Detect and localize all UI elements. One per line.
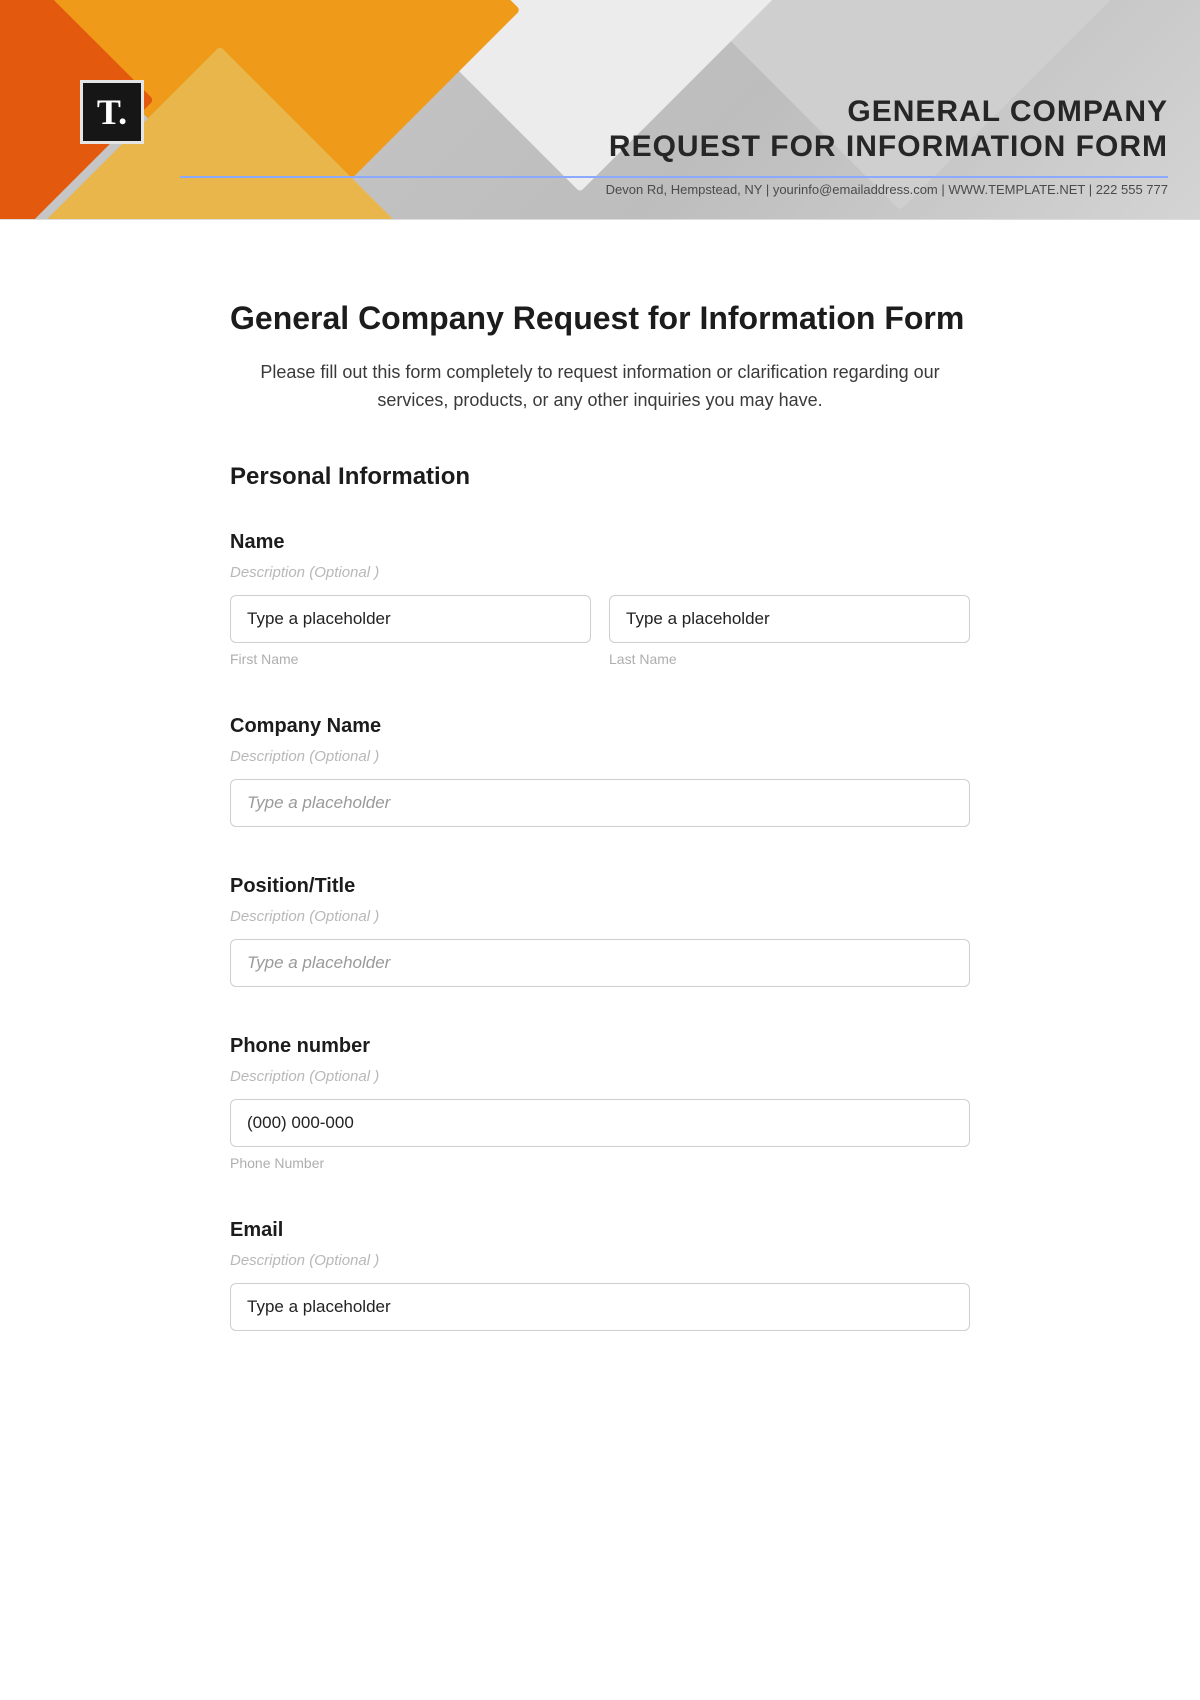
phone-desc: Description (Optional )	[230, 1068, 970, 1085]
phone-input[interactable]	[230, 1099, 970, 1147]
page-title: General Company Request for Information …	[230, 300, 970, 337]
form-content: General Company Request for Information …	[190, 220, 1010, 1439]
banner-title: GENERAL COMPANY REQUEST FOR INFORMATION …	[609, 95, 1168, 164]
company-label: Company Name	[230, 715, 970, 738]
field-email: Email Description (Optional )	[230, 1219, 970, 1331]
position-input[interactable]	[230, 939, 970, 987]
email-input[interactable]	[230, 1283, 970, 1331]
banner-title-line2: REQUEST FOR INFORMATION FORM	[609, 130, 1168, 163]
email-label: Email	[230, 1219, 970, 1242]
name-desc: Description (Optional )	[230, 564, 970, 581]
field-company: Company Name Description (Optional )	[230, 715, 970, 827]
header-banner: T. GENERAL COMPANY REQUEST FOR INFORMATI…	[0, 0, 1200, 220]
logo: T.	[80, 80, 144, 144]
position-label: Position/Title	[230, 875, 970, 898]
first-name-sublabel: First Name	[230, 651, 591, 667]
company-desc: Description (Optional )	[230, 748, 970, 765]
phone-label: Phone number	[230, 1035, 970, 1058]
last-name-input[interactable]	[609, 595, 970, 643]
logo-text: T.	[97, 91, 127, 133]
first-name-input[interactable]	[230, 595, 591, 643]
field-phone: Phone number Description (Optional ) Pho…	[230, 1035, 970, 1171]
last-name-sublabel: Last Name	[609, 651, 970, 667]
field-position: Position/Title Description (Optional )	[230, 875, 970, 987]
page-description: Please fill out this form completely to …	[230, 359, 970, 415]
position-desc: Description (Optional )	[230, 908, 970, 925]
phone-sublabel: Phone Number	[230, 1155, 970, 1171]
name-label: Name	[230, 531, 970, 554]
email-desc: Description (Optional )	[230, 1252, 970, 1269]
banner-subline: Devon Rd, Hempstead, NY | yourinfo@email…	[180, 176, 1168, 197]
banner-title-line1: GENERAL COMPANY	[847, 95, 1168, 128]
company-input[interactable]	[230, 779, 970, 827]
field-name: Name Description (Optional ) First Name …	[230, 531, 970, 667]
section-personal-info: Personal Information	[230, 463, 970, 491]
